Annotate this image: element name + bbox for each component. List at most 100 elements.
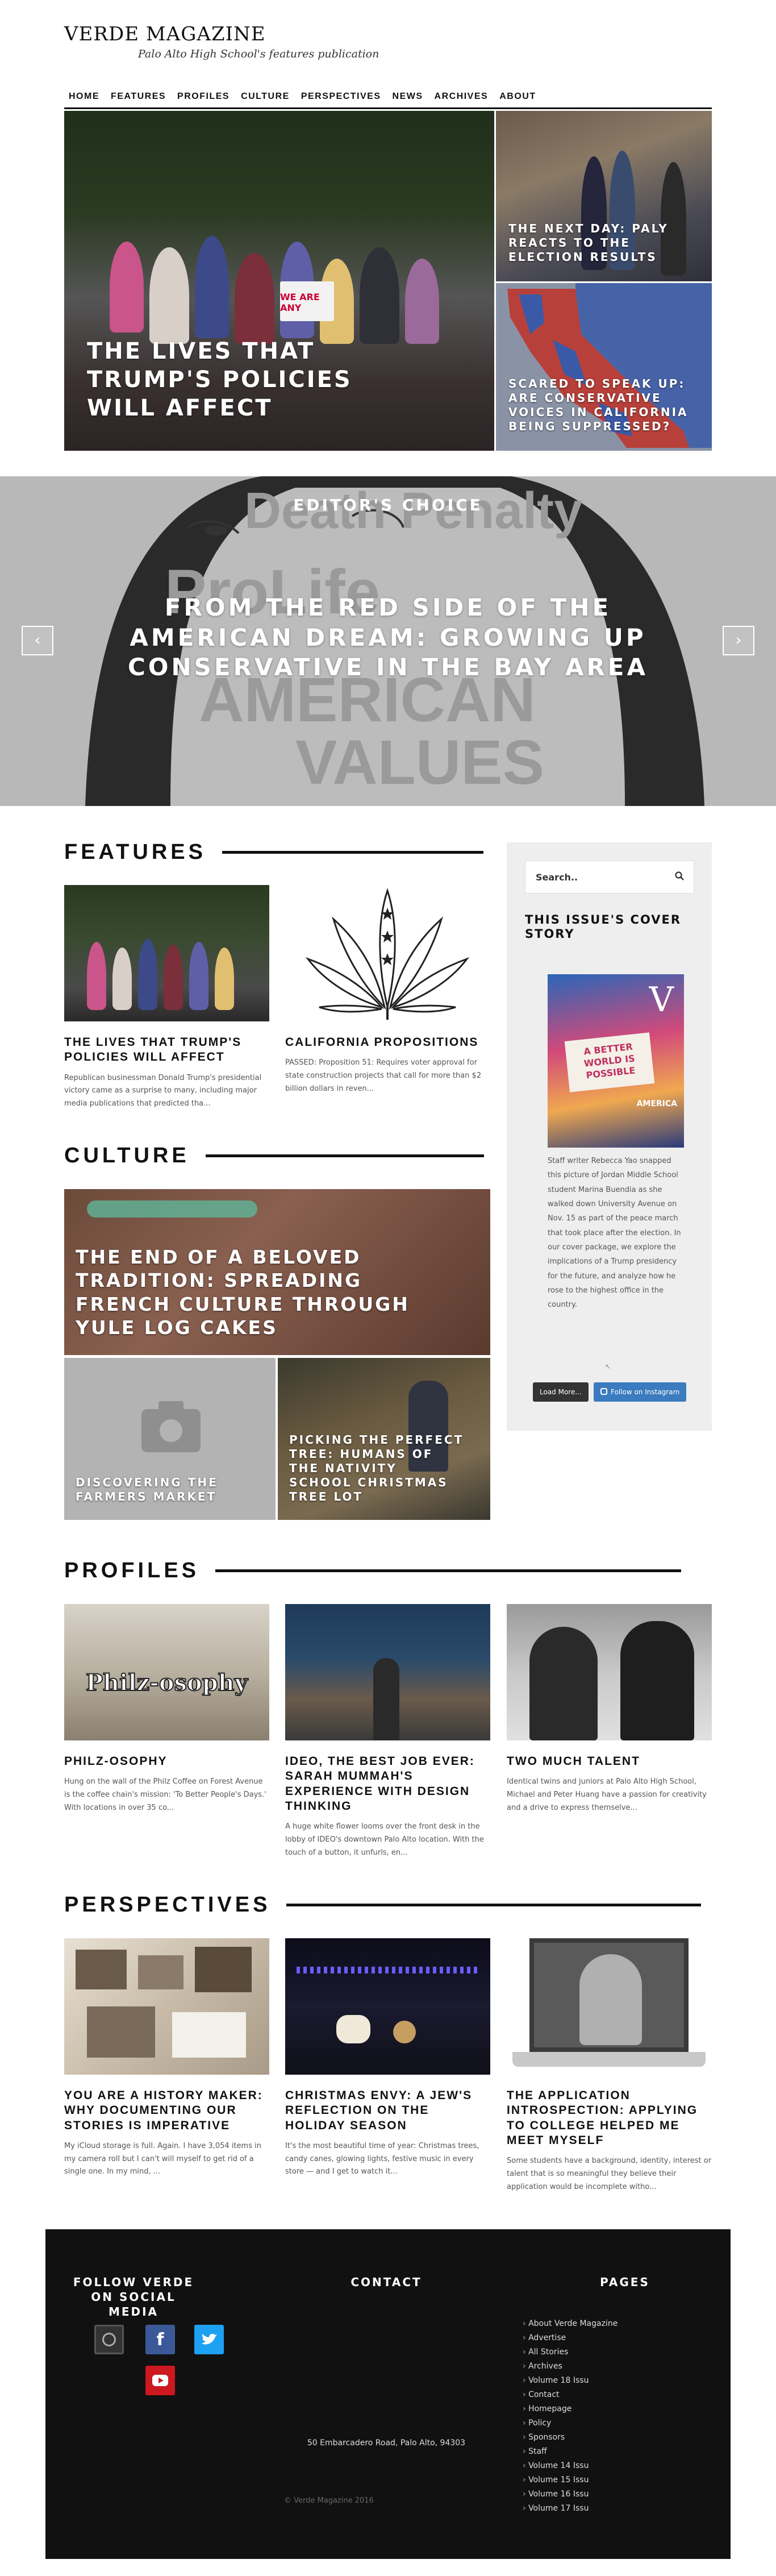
footer-page-link[interactable]: Advertise bbox=[523, 2331, 670, 2345]
culture-small-right-story[interactable]: PICKING THE PERFECT TREE: HUMANS OF THE … bbox=[278, 1358, 490, 1520]
site-tagline: Palo Alto High School's features publica… bbox=[138, 48, 379, 60]
follow-instagram-button[interactable]: Follow on Instagram bbox=[594, 1382, 687, 1402]
perspective-image[interactable] bbox=[507, 1938, 712, 2075]
youtube-icon[interactable] bbox=[145, 2366, 175, 2395]
footer-page-link[interactable]: Volume 18 Issu bbox=[523, 2374, 670, 2388]
feature-excerpt: PASSED: Proposition 51: Requires voter a… bbox=[285, 1058, 482, 1093]
perspective-image[interactable] bbox=[64, 1938, 269, 2075]
footer-copyright: © Verde Magazine 2016 bbox=[284, 2496, 374, 2505]
footer-contact-heading: CONTACT bbox=[351, 2275, 422, 2289]
laptop-keyboard bbox=[512, 2052, 706, 2067]
chevron-left-icon[interactable]: ‹ bbox=[22, 626, 53, 655]
masthead: VERDE MAGAZINE Palo Alto High School's f… bbox=[64, 23, 379, 60]
nav-features[interactable]: FEATURES bbox=[105, 92, 172, 102]
features-section-heading: FEATURES bbox=[64, 840, 483, 865]
feature-card[interactable]: THE LIVES THAT TRUMP'S POLICIES WILL AFF… bbox=[64, 885, 269, 1111]
culture-small-left-title[interactable]: DISCOVERING THE FARMERS MARKET bbox=[76, 1476, 252, 1504]
footer-page-link[interactable]: All Stories bbox=[523, 2345, 670, 2359]
nav-about[interactable]: ABOUT bbox=[494, 92, 541, 102]
hero-main-story[interactable]: WE ARE ANY THE LIVES THAT TRUMP'S POLICI… bbox=[64, 111, 494, 451]
nav-culture[interactable]: CULTURE bbox=[235, 92, 295, 102]
profiles-section-heading: PROFILES bbox=[64, 1559, 682, 1583]
perspective-title[interactable]: CHRISTMAS ENVY: A JEW'S REFLECTION ON TH… bbox=[285, 2088, 490, 2133]
culture-section-heading: CULTURE bbox=[64, 1144, 484, 1168]
profiles-heading: PROFILES bbox=[64, 1559, 200, 1582]
perspective-card[interactable]: THE APPLICATION INTROSPECTION: APPLYING … bbox=[507, 1938, 712, 2193]
feature-excerpt: Republican businessman Donald Trump's pr… bbox=[64, 1073, 262, 1108]
profile-image[interactable]: Philz-osophy bbox=[64, 1604, 269, 1740]
footer-page-link[interactable]: About Verde Magazine bbox=[523, 2317, 670, 2331]
culture-small-left-story[interactable]: DISCOVERING THE FARMERS MARKET bbox=[64, 1358, 276, 1520]
feature-title[interactable]: THE LIVES THAT TRUMP'S POLICIES WILL AFF… bbox=[64, 1035, 269, 1065]
nav-perspectives[interactable]: PERSPECTIVES bbox=[295, 92, 387, 102]
perspective-card[interactable]: CHRISTMAS ENVY: A JEW'S REFLECTION ON TH… bbox=[285, 1938, 490, 2179]
culture-main-title[interactable]: THE END OF A BELOVED TRADITION: SPREADIN… bbox=[76, 1245, 428, 1339]
profile-title[interactable]: PHILZ-OSOPHY bbox=[64, 1754, 269, 1769]
editors-choice-slider[interactable]: Death Penalty ProLife AMERICAN VALUES ED… bbox=[0, 476, 776, 806]
cover-story-heading: THIS ISSUE'S COVER STORY bbox=[525, 913, 681, 941]
footer-page-link[interactable]: Volume 17 Issu bbox=[523, 2502, 670, 2516]
nav-profiles[interactable]: PROFILES bbox=[172, 92, 235, 102]
culture-small-right-title[interactable]: PICKING THE PERFECT TREE: HUMANS OF THE … bbox=[289, 1433, 465, 1504]
nav-home[interactable]: HOME bbox=[64, 92, 105, 102]
nav-archives[interactable]: ARCHIVES bbox=[429, 92, 494, 102]
search-icon[interactable] bbox=[665, 871, 694, 883]
profile-excerpt: A huge white flower looms over the front… bbox=[285, 1822, 484, 1857]
cover-image[interactable]: V A BETTER WORLD IS POSSIBLE AMERICA bbox=[548, 974, 684, 1148]
twitter-icon[interactable] bbox=[194, 2325, 224, 2354]
footer-page-link[interactable]: Homepage bbox=[523, 2402, 670, 2416]
footer-page-link[interactable]: Sponsors bbox=[523, 2430, 670, 2445]
perspective-card[interactable]: YOU ARE A HISTORY MAKER: WHY DOCUMENTING… bbox=[64, 1938, 269, 2179]
perspective-image[interactable] bbox=[285, 1938, 490, 2075]
nav-news[interactable]: NEWS bbox=[387, 92, 429, 102]
hero-side-top-story[interactable]: THE NEXT DAY: PALY REACTS TO THE ELECTIO… bbox=[496, 111, 712, 281]
footer-pages-list: About Verde Magazine Advertise All Stori… bbox=[523, 2317, 670, 2516]
search-input[interactable]: Search.. bbox=[525, 872, 665, 883]
footer-page-link[interactable]: Volume 16 Issu bbox=[523, 2487, 670, 2502]
laptop-screen bbox=[529, 1938, 689, 2052]
profile-card[interactable]: TWO MUCH TALENT Identical twins and juni… bbox=[507, 1604, 712, 1815]
slider-headline[interactable]: FROM THE RED SIDE OF THE AMERICAN DREAM:… bbox=[104, 593, 672, 683]
load-more-button[interactable]: Load More... bbox=[533, 1382, 589, 1402]
facebook-icon[interactable]: f bbox=[145, 2325, 175, 2354]
hero-side-top-title[interactable]: THE NEXT DAY: PALY REACTS TO THE ELECTIO… bbox=[508, 222, 690, 264]
cover-caption: Staff writer Rebecca Yao snapped this pi… bbox=[548, 1157, 681, 1310]
hero-side-bottom-title[interactable]: SCARED TO SPEAK UP: ARE CONSERVATIVE VOI… bbox=[508, 377, 696, 434]
hero-main-title[interactable]: THE LIVES THAT TRUMP'S POLICIES WILL AFF… bbox=[87, 337, 405, 422]
feature-image[interactable] bbox=[285, 885, 490, 1021]
feature-card[interactable]: CALIFORNIA PROPOSITIONS PASSED: Proposit… bbox=[285, 885, 490, 1096]
hero-side-bottom-story[interactable]: SCARED TO SPEAK UP: ARE CONSERVATIVE VOI… bbox=[496, 283, 712, 451]
instagram-icon[interactable] bbox=[94, 2325, 124, 2354]
footer-page-link[interactable]: Staff bbox=[523, 2445, 670, 2459]
footer-page-link[interactable]: Volume 15 Issu bbox=[523, 2473, 670, 2487]
yule-log-decoration bbox=[87, 1200, 257, 1218]
main-nav: HOME FEATURES PROFILES CULTURE PERSPECTI… bbox=[64, 85, 712, 109]
heading-rule bbox=[286, 1904, 702, 1906]
perspective-title[interactable]: THE APPLICATION INTROSPECTION: APPLYING … bbox=[507, 2088, 712, 2148]
hero-grid: WE ARE ANY THE LIVES THAT TRUMP'S POLICI… bbox=[64, 111, 712, 451]
profile-title[interactable]: IDEO, THE BEST JOB EVER: SARAH MUMMAH'S … bbox=[285, 1754, 490, 1814]
perspective-excerpt: Some students have a background, identit… bbox=[507, 2157, 712, 2191]
culture-main-story[interactable]: THE END OF A BELOVED TRADITION: SPREADIN… bbox=[64, 1189, 490, 1355]
footer-page-link[interactable]: Archives bbox=[523, 2359, 670, 2374]
profile-image[interactable] bbox=[507, 1604, 712, 1740]
feature-image[interactable] bbox=[64, 885, 269, 1021]
footer-page-link[interactable]: Policy bbox=[523, 2416, 670, 2430]
profile-card[interactable]: Philz-osophy PHILZ-OSOPHY Hung on the wa… bbox=[64, 1604, 269, 1815]
heading-rule bbox=[215, 1569, 682, 1572]
profile-title[interactable]: TWO MUCH TALENT bbox=[507, 1754, 712, 1769]
site-title[interactable]: VERDE MAGAZINE bbox=[64, 23, 379, 45]
profile-card[interactable]: IDEO, THE BEST JOB EVER: SARAH MUMMAH'S … bbox=[285, 1604, 490, 1859]
footer-page-link[interactable]: Volume 14 Issu bbox=[523, 2459, 670, 2473]
perspective-title[interactable]: YOU ARE A HISTORY MAKER: WHY DOCUMENTING… bbox=[64, 2088, 269, 2133]
feature-title[interactable]: CALIFORNIA PROPOSITIONS bbox=[285, 1035, 490, 1050]
search-box[interactable]: Search.. bbox=[525, 861, 694, 894]
footer-page-link[interactable]: Contact bbox=[523, 2388, 670, 2402]
cursor-icon: ↖ bbox=[605, 1362, 611, 1370]
features-heading: FEATURES bbox=[64, 840, 206, 864]
chevron-right-icon[interactable]: › bbox=[723, 626, 754, 655]
heading-rule bbox=[222, 851, 483, 854]
camera-icon bbox=[141, 1401, 201, 1452]
sidebar: Search.. THIS ISSUE'S COVER STORY V A BE… bbox=[507, 842, 712, 1431]
profile-image[interactable] bbox=[285, 1604, 490, 1740]
